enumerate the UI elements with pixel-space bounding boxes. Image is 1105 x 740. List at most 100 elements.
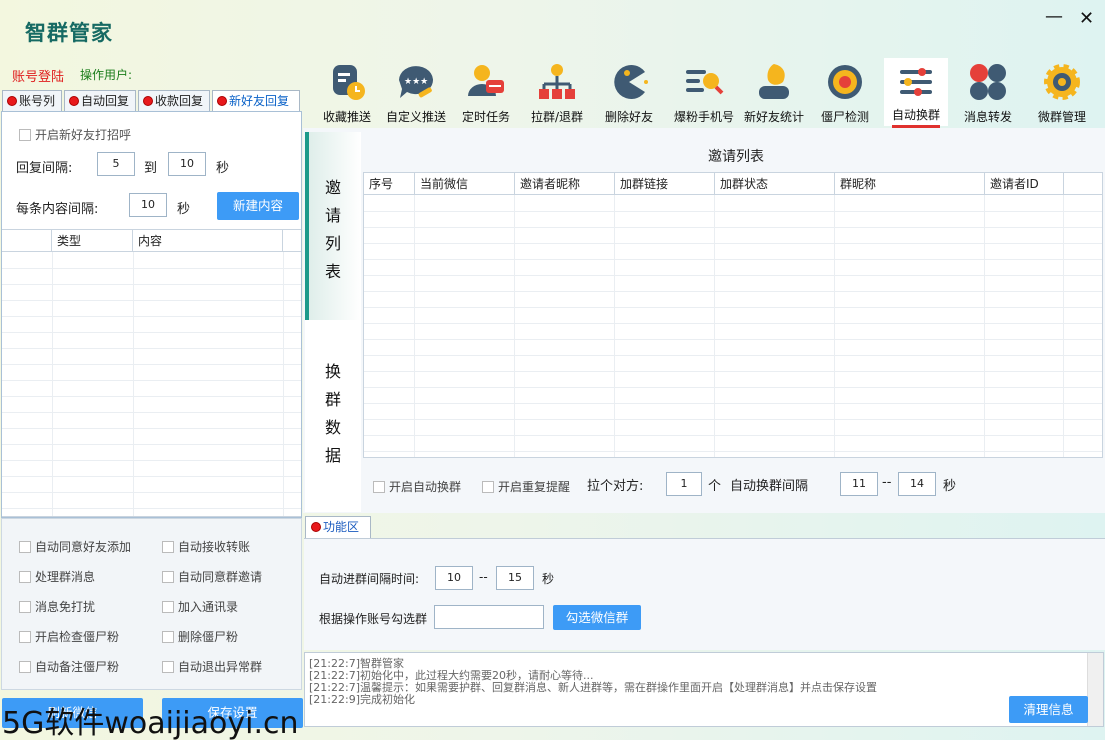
reply-interval-to-input[interactable]: 10 — [168, 152, 206, 176]
checkbox-box[interactable] — [162, 661, 174, 673]
swap-interval-label: 自动换群间隔 — [730, 479, 809, 494]
column-header: 类型 — [52, 230, 133, 252]
grid-col-line — [1063, 195, 1064, 457]
target-icon — [825, 62, 865, 102]
grid-row-line — [364, 259, 1102, 260]
option-checkbox[interactable]: 自动备注僵尸粉 — [19, 658, 119, 675]
auto-swap-checkbox[interactable]: 开启自动换群 — [373, 478, 461, 495]
new-friend-reply-panel: 开启新好友打招呼 回复间隔: 5 到 10 秒 每条内容间隔: 10 秒 新建内… — [1, 111, 302, 518]
toolbar-button[interactable]: 拉群/退群 — [521, 58, 593, 126]
item-interval-input[interactable]: 10 — [129, 193, 167, 217]
sliders-icon — [896, 62, 936, 102]
column-header: 邀请者ID — [985, 173, 1064, 195]
tab-payment-reply[interactable]: 收款回复 — [138, 90, 210, 112]
red-dot-icon — [143, 96, 153, 106]
app-title: 智群管家 — [25, 20, 113, 45]
option-label: 自动备注僵尸粉 — [35, 660, 120, 674]
operator-label: 操作用户: — [80, 68, 133, 82]
pull-count-input[interactable]: 1 — [666, 472, 702, 496]
greeting-checkbox[interactable]: 开启新好友打招呼 — [19, 126, 131, 143]
toolbar-button[interactable]: 微群管理 — [1026, 58, 1098, 126]
option-checkbox[interactable]: 处理群消息 — [19, 568, 95, 585]
toolbar-button[interactable]: 新好友统计 — [737, 58, 811, 126]
minimize-button[interactable]: — — [1045, 6, 1063, 27]
tab-account-list[interactable]: 账号列 — [2, 90, 62, 112]
grid-row-line — [364, 339, 1102, 340]
tab-label: 自动回复 — [81, 94, 130, 108]
grid-col-line — [52, 252, 53, 516]
repeat-remind-checkbox[interactable]: 开启重复提醒 — [482, 478, 570, 495]
dots-grid-icon — [968, 62, 1008, 102]
option-checkbox[interactable]: 自动退出异常群 — [162, 658, 262, 675]
option-checkbox[interactable]: 自动接收转账 — [162, 538, 250, 555]
tab-auto-reply[interactable]: 自动回复 — [64, 90, 136, 112]
option-label: 处理群消息 — [35, 570, 96, 584]
option-checkbox[interactable]: 开启检查僵尸粉 — [19, 628, 119, 645]
checkbox-box[interactable] — [19, 541, 31, 553]
checkbox-box[interactable] — [19, 661, 31, 673]
checkbox-box[interactable] — [19, 601, 31, 613]
option-label: 自动接收转账 — [178, 540, 251, 554]
close-button[interactable]: ✕ — [1079, 8, 1094, 29]
seconds-label: 秒 — [943, 479, 957, 494]
option-checkbox[interactable]: 删除僵尸粉 — [162, 628, 238, 645]
column-header — [1064, 173, 1102, 195]
side-tab-swap-data[interactable]: 换群数据 — [305, 320, 361, 512]
seconds-label: 秒 — [216, 161, 230, 176]
option-checkbox[interactable]: 自动同意群邀请 — [162, 568, 262, 585]
checkbox-box[interactable] — [162, 631, 174, 643]
checkbox-box[interactable] — [162, 541, 174, 553]
toolbar-label: 微群管理 — [1037, 110, 1086, 124]
checkbox-box[interactable] — [162, 571, 174, 583]
checkbox-box[interactable] — [162, 601, 174, 613]
checkbox-box[interactable] — [19, 631, 31, 643]
toolbar-button[interactable]: 自动换群 — [884, 58, 948, 128]
option-label: 自动同意好友添加 — [35, 540, 132, 554]
invite-area: 邀请列表 换群数据 邀请列表 序号 当前微信 邀请者昵称 加群链接 加群状态 群… — [303, 128, 1105, 513]
join-interval-to-input[interactable]: 15 — [496, 566, 534, 590]
select-group-label: 根据操作账号勾选群 — [319, 612, 428, 626]
join-interval-from-input[interactable]: 10 — [435, 566, 473, 590]
option-checkbox[interactable]: 自动同意好友添加 — [19, 538, 131, 555]
toolbar-button[interactable]: 消息转发 — [953, 58, 1023, 126]
grid-row-line — [2, 332, 301, 333]
red-dot-icon — [217, 96, 227, 106]
toolbar-button[interactable]: 删除好友 — [595, 58, 663, 126]
tab-label: 收款回复 — [155, 94, 204, 108]
checkbox-box[interactable] — [373, 481, 385, 493]
toolbar-button[interactable]: 收藏推送 — [311, 58, 383, 126]
seconds-label: 秒 — [177, 202, 191, 217]
red-dot-icon — [69, 96, 79, 106]
select-wechat-groups-button[interactable]: 勾选微信群 — [553, 605, 641, 630]
option-checkbox[interactable]: 消息免打扰 — [19, 598, 95, 615]
reply-interval-from-input[interactable]: 5 — [97, 152, 135, 176]
unit-label: 个 — [708, 479, 722, 494]
new-content-button[interactable]: 新建内容 — [217, 192, 299, 220]
login-link[interactable]: 账号登陆 — [12, 66, 64, 85]
doc-clock-icon — [327, 62, 367, 102]
log-scrollbar[interactable] — [1087, 653, 1103, 726]
clear-log-button[interactable]: 清理信息 — [1009, 696, 1088, 723]
watermark-text: 5G软件woaijiaoyi.cn — [2, 706, 299, 740]
checkbox-box[interactable] — [482, 481, 494, 493]
select-group-input[interactable] — [434, 605, 544, 629]
tab-function-area[interactable]: 功能区 — [305, 516, 371, 538]
swap-interval-from-input[interactable]: 11 — [840, 472, 878, 496]
option-checkbox[interactable]: 加入通讯录 — [162, 598, 238, 615]
side-tab-invite-list[interactable]: 邀请列表 — [305, 132, 361, 320]
swap-interval-to-input[interactable]: 14 — [898, 472, 936, 496]
toolbar-label: 僵尸检测 — [820, 110, 869, 124]
chat-stars-icon: ★★★ — [396, 62, 436, 102]
toolbar-button[interactable]: 爆粉手机号 — [667, 58, 741, 126]
content-table: 类型 内容 — [2, 229, 301, 517]
tab-label: 新好友回复 — [229, 94, 290, 108]
grid-row-line — [2, 428, 301, 429]
side-swap-text: 换群数据 — [324, 362, 341, 465]
checkbox-box[interactable] — [19, 571, 31, 583]
toolbar-button[interactable]: 定时任务 — [454, 58, 518, 126]
to-label: 到 — [144, 161, 158, 176]
toolbar-button[interactable]: 僵尸检测 — [809, 58, 881, 126]
toolbar-button[interactable]: ★★★ 自定义推送 — [378, 58, 454, 126]
checkbox-box[interactable] — [19, 129, 31, 141]
grid-col-line — [714, 195, 715, 457]
